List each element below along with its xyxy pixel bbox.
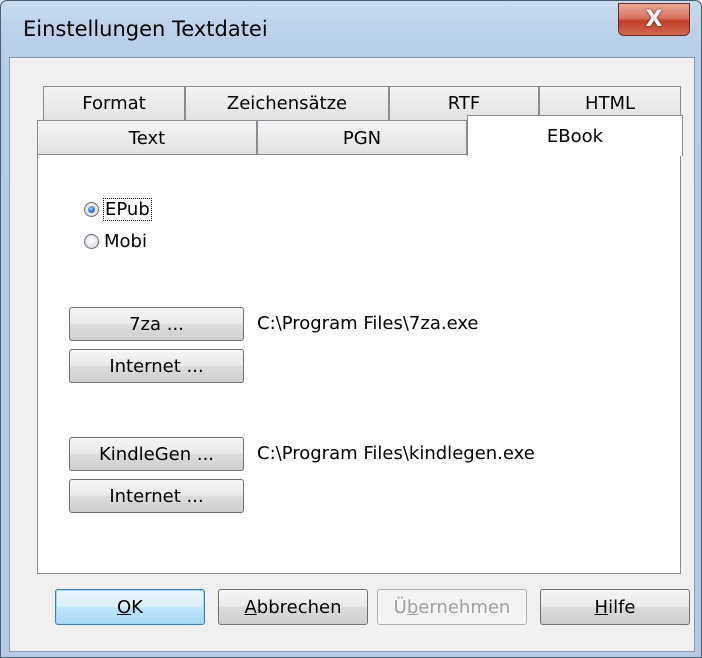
tab-label: Zeichensätze (226, 93, 348, 114)
close-icon: X (645, 6, 663, 32)
tab-label: PGN (342, 127, 382, 149)
apply-button[interactable]: Üb ernehmen (377, 589, 527, 625)
window-title: Einstellungen Textdatei (23, 17, 268, 41)
radio-label: EPub (103, 198, 152, 221)
help-button[interactable]: Hilfe (540, 589, 690, 625)
tab-label: RTF (447, 93, 481, 114)
cancel-button[interactable]: Abbrechen (218, 589, 368, 625)
ebook-tab-panel: EPub Mobi 7za ... C:\Program Files\7za.e… (37, 154, 681, 574)
tab-label: EBook (546, 125, 604, 147)
7za-button[interactable]: 7za ... (69, 307, 244, 341)
radio-label: Mobi (104, 231, 147, 252)
tab-label: Format (82, 93, 146, 114)
kindlegen-internet-button[interactable]: Internet ... (69, 479, 244, 513)
cancel-label: bbrechen (256, 596, 342, 618)
cancel-mnemonic: A (244, 596, 257, 618)
radio-button-selected[interactable] (84, 202, 99, 217)
apply-label: ernehmen (418, 596, 511, 618)
kindlegen-path: C:\Program Files\kindlegen.exe (257, 443, 535, 464)
ok-button[interactable]: OK (55, 589, 205, 625)
radio-epub[interactable]: EPub (84, 198, 152, 221)
7za-path: C:\Program Files\7za.exe (257, 313, 479, 334)
radio-button[interactable] (84, 234, 99, 249)
tab-label: HTML (584, 93, 636, 114)
kindlegen-button[interactable]: KindleGen ... (69, 437, 244, 471)
help-label: ilfe (608, 596, 636, 618)
help-mnemonic: H (594, 596, 609, 618)
tab-ebook[interactable]: EBook (467, 115, 683, 156)
apply-mnemonic: b (406, 596, 419, 618)
tab-format[interactable]: Format (43, 86, 185, 120)
apply-label-pre: Ü (393, 596, 407, 618)
tab-text[interactable]: Text (37, 120, 257, 155)
ok-mnemonic: O (117, 596, 132, 618)
radio-mobi[interactable]: Mobi (84, 231, 147, 252)
title-bar[interactable]: Einstellungen Textdatei X (1, 1, 701, 57)
ok-label: K (131, 596, 143, 618)
7za-internet-button[interactable]: Internet ... (69, 349, 244, 383)
close-button[interactable]: X (618, 3, 690, 36)
tab-label: Text (128, 127, 166, 149)
dialog-window: Einstellungen Textdatei X Format Zeichen… (0, 0, 702, 658)
tab-pgn[interactable]: PGN (257, 120, 467, 155)
tab-zeichensaetze[interactable]: Zeichensätze (185, 86, 389, 120)
